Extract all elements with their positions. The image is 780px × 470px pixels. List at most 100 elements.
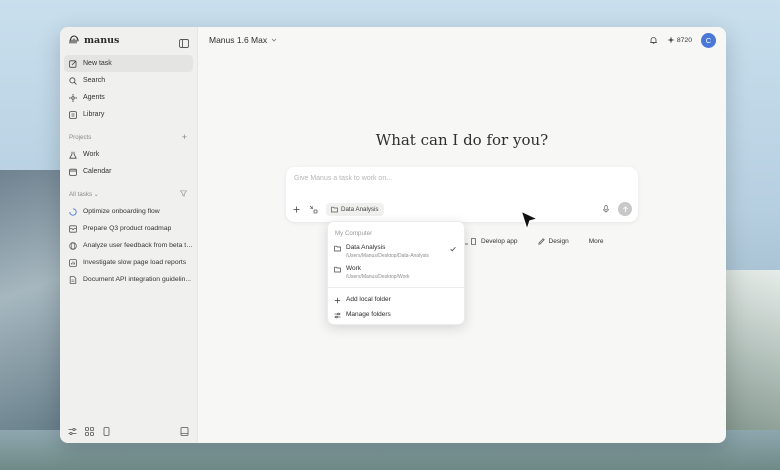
tasks-heading: All tasks ⌄ [64, 187, 193, 201]
nav-new-task[interactable]: New task [64, 55, 193, 72]
folder-option-path: /Users/Manus/Desktop/Work [346, 274, 410, 280]
topbar: Manus 1.6 Max 8720 C [198, 27, 726, 53]
tasks-heading-label[interactable]: All tasks ⌄ [69, 191, 99, 198]
mouse-cursor-icon [520, 210, 539, 231]
folder-menu-heading: My Computer [335, 230, 373, 237]
send-button[interactable] [618, 202, 632, 216]
manage-folders-item[interactable]: Manage folders [328, 307, 464, 322]
edit-icon [69, 59, 77, 68]
projects-heading: Projects + [64, 130, 193, 144]
avatar[interactable]: C [701, 32, 716, 48]
brand[interactable]: manus [64, 27, 193, 53]
folder-option-data-analysis[interactable]: Data Analysis /Users/Manus/Desktop/Data-… [328, 241, 464, 262]
task-item[interactable]: Prepare Q3 product roadmap [64, 220, 193, 237]
folder-selector[interactable]: Data Analysis [326, 202, 384, 216]
task-item[interactable]: Optimize onboarding flow [64, 203, 193, 220]
document-icon [69, 275, 77, 284]
folder-option-name: Data Analysis [346, 244, 386, 251]
chevron-down-icon: ⌄ [93, 190, 99, 198]
project-label: Calendar [83, 168, 112, 175]
task-label: Prepare Q3 product roadmap [83, 225, 172, 232]
plus-icon [334, 297, 341, 304]
folder-icon [331, 206, 338, 212]
menu-action-label: Add local folder [346, 296, 391, 303]
model-selector[interactable]: Manus 1.6 Max [209, 35, 277, 45]
apps-grid-icon[interactable] [85, 426, 94, 436]
task-item[interactable]: Investigate slow page load reports [64, 254, 193, 271]
add-project-icon[interactable]: + [182, 132, 187, 142]
projects-heading-label: Projects [69, 133, 92, 141]
globe-icon [69, 241, 77, 250]
flask-icon [69, 151, 77, 159]
folder-option-path: /Users/Manus/Desktop/Data-Analysis [346, 253, 429, 259]
task-composer[interactable]: Give Manus a task to work on... Data Ana… [286, 167, 638, 222]
design-button[interactable]: Design [531, 233, 576, 249]
microphone-icon[interactable] [602, 205, 610, 213]
task-item[interactable]: Document API integration guidelin... [64, 271, 193, 288]
topbar-right: 8720 C [649, 32, 716, 48]
add-local-folder-item[interactable]: Add local folder [328, 292, 464, 307]
agents-icon [69, 93, 77, 102]
brand-name: manus [84, 34, 120, 46]
project-item-work[interactable]: Work [64, 146, 193, 163]
app-window: manus New task Search Agents Library Pro… [60, 27, 726, 443]
tablet-icon[interactable] [180, 426, 189, 436]
manus-logo-icon [68, 34, 80, 46]
tasks-heading-text: All tasks [69, 190, 93, 198]
nav-label: Search [83, 77, 106, 84]
task-item[interactable]: Analyze user feedback from beta test [64, 237, 193, 254]
sidebar-toggle-icon[interactable] [179, 35, 189, 48]
projects-list: Work Calendar [64, 146, 193, 180]
more-button[interactable]: More [582, 233, 611, 249]
develop-app-button[interactable]: Develop app [463, 233, 525, 249]
nav-library[interactable]: Library [64, 106, 193, 123]
project-item-calendar[interactable]: Calendar [64, 163, 193, 180]
chart-icon [69, 258, 77, 267]
filter-icon[interactable] [179, 190, 188, 199]
nav-label: New task [83, 60, 112, 67]
folder-option-name: Work [346, 265, 362, 272]
folder-icon [334, 266, 341, 273]
chip-label: Develop app [481, 237, 518, 245]
quick-actions: Develop app Design More [463, 233, 617, 249]
folder-icon [334, 245, 341, 252]
search-icon [69, 76, 77, 85]
check-icon [450, 246, 456, 252]
bell-icon[interactable] [649, 36, 658, 45]
task-label: Optimize onboarding flow [83, 208, 160, 215]
task-input[interactable]: Give Manus a task to work on... [294, 175, 392, 182]
main-nav: New task Search Agents Library [64, 55, 193, 123]
nav-label: Library [83, 111, 105, 118]
project-label: Work [83, 151, 100, 158]
folder-menu: My Computer Data Analysis /Users/Manus/D… [327, 221, 465, 325]
tools-icon[interactable] [309, 205, 318, 214]
plus-icon[interactable] [292, 205, 301, 214]
sidebar-footer [68, 425, 189, 437]
credits-value: 8720 [676, 36, 692, 44]
main-panel: Manus 1.6 Max 8720 C What can I do for y… [198, 27, 726, 443]
page-title: What can I do for you? [375, 131, 549, 149]
arrow-up-icon [622, 205, 628, 212]
chip-label: More [588, 237, 604, 245]
task-label: Document API integration guidelin... [83, 276, 192, 283]
nav-agents[interactable]: Agents [64, 89, 193, 106]
model-name: Manus 1.6 Max [209, 35, 268, 45]
library-icon [69, 110, 77, 119]
credits-counter[interactable]: 8720 [667, 36, 692, 44]
sparkle-icon [667, 36, 675, 44]
mobile-icon[interactable] [102, 426, 111, 436]
loading-icon [69, 207, 77, 216]
chip-label: Design [548, 237, 569, 245]
nav-search[interactable]: Search [64, 72, 193, 89]
folder-option-work[interactable]: Work /Users/Manus/Desktop/Work [328, 262, 464, 283]
composer-toolbar: Data Analysis [292, 202, 632, 216]
task-label: Investigate slow page load reports [83, 259, 187, 266]
sidebar: manus New task Search Agents Library Pro… [60, 27, 198, 443]
menu-divider [328, 287, 464, 288]
task-label: Analyze user feedback from beta test [83, 242, 193, 249]
settings-sliders-icon[interactable] [68, 427, 77, 436]
pen-icon [537, 237, 545, 245]
nav-label: Agents [83, 94, 105, 101]
mail-icon [69, 224, 77, 233]
chevron-down-icon [271, 38, 277, 42]
